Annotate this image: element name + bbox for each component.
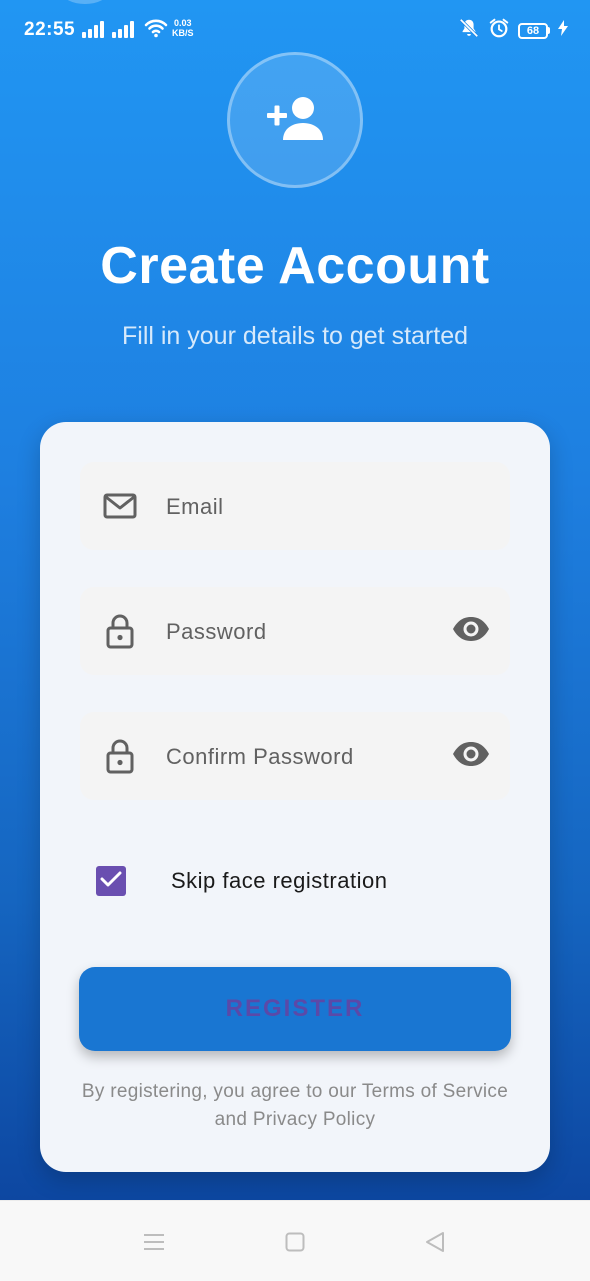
confirm-password-visibility-toggle[interactable] [452, 737, 490, 775]
status-right-icons: 68 [458, 17, 568, 44]
signal-icon-2 [112, 20, 134, 38]
password-visibility-toggle[interactable] [452, 612, 490, 650]
skip-face-label[interactable]: Skip face registration [171, 868, 387, 894]
confirm-password-input[interactable] [164, 712, 438, 802]
email-input[interactable] [164, 462, 438, 552]
menu-icon[interactable] [139, 1227, 169, 1257]
network-speed-value: 0.03 [173, 18, 192, 28]
password-field [80, 587, 510, 677]
mail-icon [102, 488, 138, 524]
system-nav-bar [0, 1200, 590, 1281]
battery-level: 68 [518, 22, 548, 39]
password-input[interactable] [164, 587, 438, 677]
register-button[interactable]: REGISTER [79, 967, 511, 1051]
lock-icon [102, 613, 138, 649]
app-screen: 22:55 0.03 KB/S 68 Create Account Fill i… [0, 0, 590, 1200]
page-title: Create Account [100, 237, 490, 295]
network-speed-unit: KB/S [172, 28, 194, 38]
status-time: 22:55 [24, 19, 76, 40]
back-triangle-icon[interactable] [420, 1227, 450, 1257]
bell-muted-icon [458, 17, 480, 44]
skip-face-checkbox[interactable] [96, 866, 126, 896]
lock-icon [102, 738, 138, 774]
register-card: Skip face registration REGISTER By regis… [40, 422, 550, 1172]
charging-icon [558, 20, 568, 41]
confirm-password-field [80, 712, 510, 802]
signal-icon-1 [82, 20, 104, 38]
person-add-icon [263, 94, 327, 147]
checkmark-icon [100, 870, 122, 893]
status-bar: 22:55 0.03 KB/S 68 [0, 0, 590, 60]
battery-icon: 68 [518, 22, 550, 39]
terms-text: By registering, you agree to our Terms o… [81, 1081, 509, 1130]
email-field [80, 462, 510, 552]
network-speed: 0.03 KB/S [172, 18, 194, 38]
home-square-icon[interactable] [280, 1227, 310, 1257]
eye-icon [452, 741, 490, 772]
avatar-badge [227, 52, 363, 188]
wifi-icon [144, 18, 168, 43]
page-subtitle: Fill in your details to get started [122, 322, 468, 350]
alarm-icon [488, 17, 510, 44]
eye-icon [452, 616, 490, 647]
